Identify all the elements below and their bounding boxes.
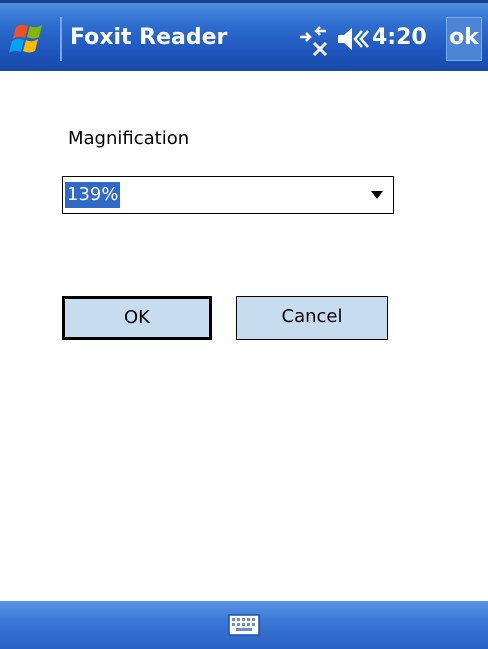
clock[interactable]: 4:20 xyxy=(372,23,427,53)
bottom-bar xyxy=(0,601,488,649)
connectivity-icon[interactable] xyxy=(296,25,330,57)
magnification-label: Magnification xyxy=(68,128,190,149)
volume-icon[interactable] xyxy=(336,25,370,53)
title-bar: Foxit Reader 4:20 ok xyxy=(0,0,488,71)
magnification-value[interactable]: 139% xyxy=(65,182,121,208)
title-ok-button[interactable]: ok xyxy=(446,17,482,61)
cancel-button[interactable]: Cancel xyxy=(236,296,388,340)
title-separator xyxy=(60,17,62,61)
windows-start-icon[interactable] xyxy=(8,21,56,57)
screen: Foxit Reader 4:20 ok Magnification 139% … xyxy=(0,0,488,649)
app-title: Foxit Reader xyxy=(70,25,228,50)
dropdown-arrow-icon[interactable] xyxy=(371,191,383,199)
keyboard-icon[interactable] xyxy=(228,613,260,637)
ok-button[interactable]: OK xyxy=(62,296,212,340)
magnification-dropdown[interactable]: 139% xyxy=(62,176,394,214)
